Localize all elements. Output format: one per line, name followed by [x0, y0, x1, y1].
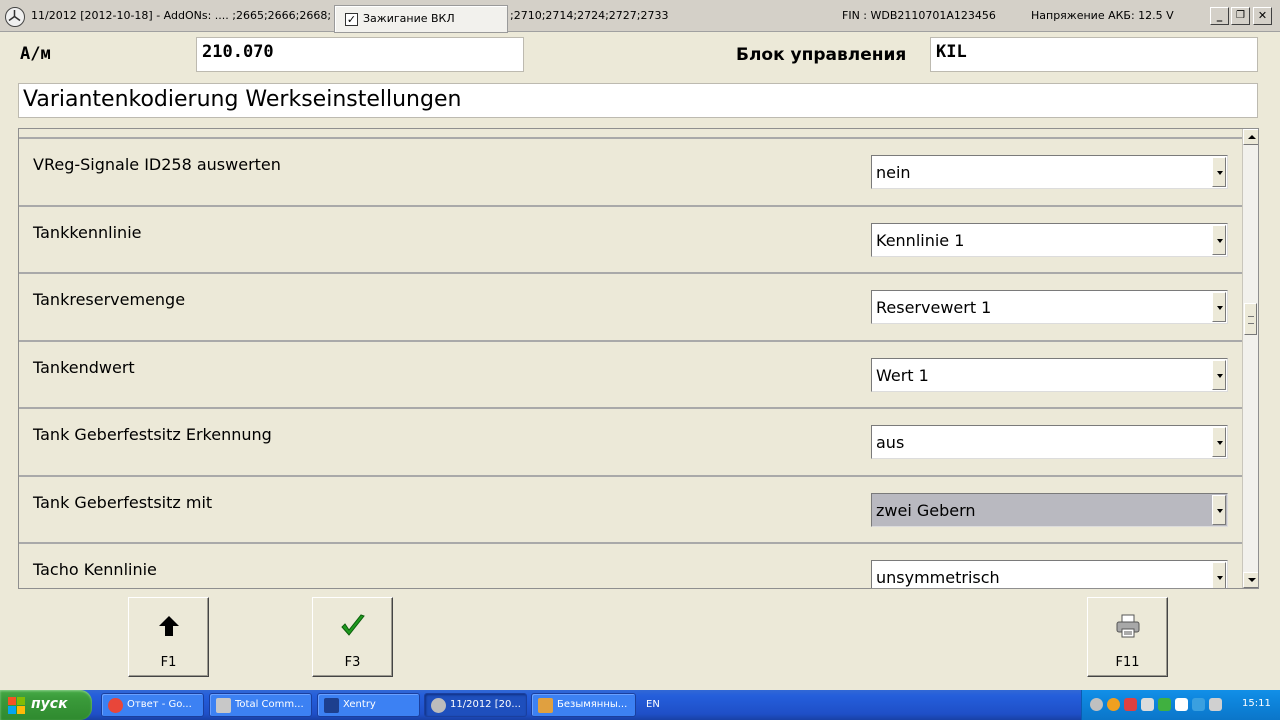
- taskbar-button-label: Ответ - Go...: [127, 699, 192, 710]
- parameter-label: Tank Geberfestsitz Erkennung: [33, 425, 272, 444]
- dropdown-value: unsymmetrisch: [876, 568, 1000, 587]
- fin-display: FIN : WDB2110701A123456: [842, 9, 996, 22]
- control-unit-label: Блок управления: [736, 45, 907, 65]
- tray-device-icon[interactable]: [1209, 698, 1222, 711]
- f3-label: F3: [344, 655, 361, 670]
- taskbar-button[interactable]: 11/2012 [20...: [424, 693, 527, 717]
- taskbar-button-label: 11/2012 [20...: [450, 699, 521, 710]
- parameter-rows: VReg-Signale ID258 auswerten nein Tankkenn…: [19, 129, 1242, 588]
- checkmark-icon: [341, 614, 365, 636]
- title-bar: 11/2012 [2012-10-18] - AddONs: .... ;266…: [0, 0, 1280, 33]
- parameter-row: Tank Geberfestsitz mit zwei Gebern: [19, 474, 1242, 543]
- mercedes-star-icon: [5, 7, 25, 27]
- paint-icon: [538, 698, 553, 713]
- taskbar-button-label: Безымянны...: [557, 699, 628, 710]
- tray-security-icon[interactable]: [1158, 698, 1171, 711]
- taskbar-button[interactable]: Безымянны...: [531, 693, 636, 717]
- scroll-down-button[interactable]: [1243, 572, 1258, 588]
- parameter-row: Tankkennlinie Kennlinie 1: [19, 204, 1242, 273]
- ignition-label: Зажигание ВКЛ: [363, 12, 455, 25]
- page-title: Variantenkodierung Werkseinstellungen: [18, 83, 1258, 118]
- clock: 15:11: [1242, 698, 1271, 709]
- tray-back-icon[interactable]: [1090, 698, 1103, 711]
- f1-label: F1: [160, 655, 177, 670]
- parameter-dropdown[interactable]: aus: [871, 425, 1228, 459]
- parameter-dropdown[interactable]: unsymmetrisch: [871, 560, 1228, 588]
- f1-button[interactable]: F1: [128, 597, 209, 677]
- window-title: 11/2012 [2012-10-18] - AddONs: .... ;266…: [31, 9, 332, 22]
- chrome-icon: [108, 698, 123, 713]
- parameter-dropdown[interactable]: nein: [871, 155, 1228, 189]
- dropdown-value: Reservewert 1: [876, 298, 992, 317]
- parameter-row: Tacho Kennlinie unsymmetrisch: [19, 542, 1242, 588]
- chevron-down-icon[interactable]: [1212, 292, 1226, 322]
- start-button[interactable]: пуск: [0, 690, 92, 720]
- parameter-label: Tankendwert: [33, 357, 135, 377]
- dropdown-value: Kennlinie 1: [876, 230, 965, 250]
- parameter-dropdown[interactable]: zwei Gebern: [871, 492, 1228, 527]
- parameter-row: Tankreservemenge Reservewert 1: [19, 272, 1242, 340]
- language-indicator[interactable]: EN: [646, 699, 660, 710]
- parameter-label: Tacho Kennlinie: [33, 560, 157, 579]
- arrow-up-icon: [159, 616, 179, 636]
- tray-network-icon[interactable]: [1124, 698, 1137, 711]
- tray-volume-icon[interactable]: [1141, 698, 1154, 711]
- ignition-checkbox[interactable]: ✓: [345, 13, 358, 26]
- vehicle-label: А/м: [20, 44, 51, 64]
- parameter-dropdown[interactable]: Reservewert 1: [871, 290, 1228, 324]
- chevron-down-icon[interactable]: [1212, 562, 1226, 588]
- parameter-label: Tankkennlinie: [33, 222, 142, 242]
- parameter-label: Tank Geberfestsitz mit: [33, 492, 213, 512]
- parameter-row: Tankendwert Wert 1: [19, 339, 1242, 408]
- parameter-row: Tank Geberfestsitz Erkennung aus: [19, 407, 1242, 475]
- tray-app-icon[interactable]: [1107, 698, 1120, 711]
- dropdown-value: Wert 1: [876, 365, 929, 385]
- f3-button[interactable]: F3: [312, 597, 393, 677]
- chevron-down-icon[interactable]: [1212, 494, 1226, 525]
- scroll-thumb[interactable]: [1244, 303, 1257, 335]
- control-unit-field: KIL: [930, 37, 1258, 72]
- tray-display-icon[interactable]: [1175, 698, 1188, 711]
- battery-voltage-display: Напряжение АКБ: 12.5 V: [1031, 9, 1174, 22]
- tray-monitor-icon[interactable]: [1192, 698, 1205, 711]
- system-tray: 15:11: [1081, 690, 1280, 720]
- xentry-icon: [324, 698, 339, 713]
- vehicle-field: 210.070: [196, 37, 524, 72]
- taskbar-button-label: Total Comm...: [235, 699, 304, 710]
- vertical-scrollbar[interactable]: [1242, 129, 1258, 588]
- start-label: пуск: [31, 696, 68, 712]
- parameter-dropdown[interactable]: Kennlinie 1: [871, 222, 1228, 257]
- f11-button[interactable]: F11: [1087, 597, 1168, 677]
- chevron-down-icon[interactable]: [1212, 427, 1226, 457]
- printer-icon: [1116, 614, 1140, 638]
- taskbar-button[interactable]: Ответ - Go...: [101, 693, 204, 717]
- restore-button[interactable]: ❐: [1231, 7, 1250, 25]
- taskbar-button-label: Xentry: [343, 699, 376, 710]
- chevron-down-icon[interactable]: [1212, 359, 1226, 390]
- dropdown-value: nein: [876, 163, 911, 182]
- total-commander-icon: [216, 698, 231, 713]
- das-icon: [431, 698, 446, 713]
- parameter-label: Tankreservemenge: [33, 290, 186, 309]
- f11-label: F11: [1115, 655, 1140, 670]
- parameter-label: VReg-Signale ID258 auswerten: [33, 155, 281, 174]
- taskbar-button[interactable]: Xentry: [317, 693, 420, 717]
- close-button[interactable]: ✕: [1253, 7, 1272, 25]
- minimize-button[interactable]: _: [1210, 7, 1229, 25]
- windows-logo-icon: [8, 697, 25, 714]
- parameter-row: VReg-Signale ID258 auswerten nein: [19, 137, 1242, 205]
- window-title-codes: ;2710;2714;2724;2727;2733: [510, 9, 669, 22]
- scroll-up-button[interactable]: [1243, 129, 1258, 145]
- parameter-dropdown[interactable]: Wert 1: [871, 357, 1228, 392]
- taskbar-button[interactable]: Total Comm...: [209, 693, 312, 717]
- taskbar: пуск Ответ - Go... Total Comm... Xentry 11/…: [0, 690, 1280, 720]
- dropdown-value: zwei Gebern: [876, 500, 976, 520]
- dropdown-value: aus: [876, 433, 905, 452]
- chevron-down-icon[interactable]: [1212, 157, 1226, 187]
- ignition-status-popup: ✓ Зажигание ВКЛ: [334, 5, 508, 33]
- coding-parameter-list: VReg-Signale ID258 auswerten nein Tankkenn…: [18, 128, 1259, 589]
- chevron-down-icon[interactable]: [1212, 224, 1226, 255]
